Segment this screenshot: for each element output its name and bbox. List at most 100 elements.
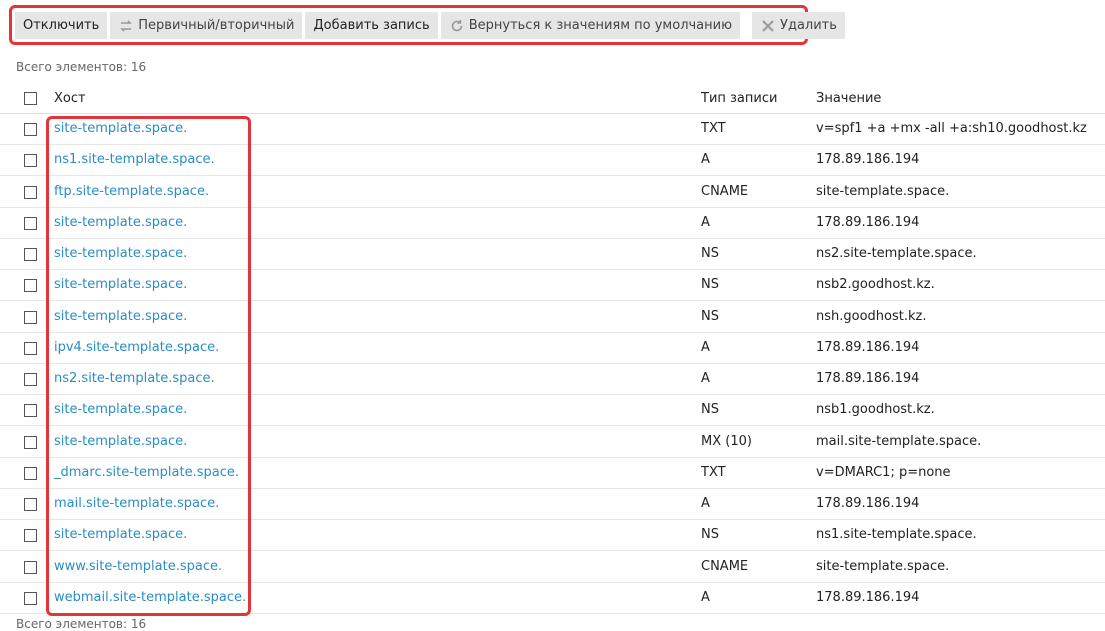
record-value: ns1.site-template.space. xyxy=(816,527,977,543)
table-row: site-template.space. NS ns2.site-template.… xyxy=(0,239,1105,270)
column-header-host: Хост xyxy=(54,91,86,106)
record-type: A xyxy=(701,152,710,168)
table-row: mail.site-template.space. A 178.89.186.194 xyxy=(0,489,1105,520)
record-value: 178.89.186.194 xyxy=(816,589,920,605)
delete-button[interactable]: Удалить xyxy=(752,12,845,39)
record-type: CNAME xyxy=(701,183,749,199)
primary-secondary-button[interactable]: Первичный/вторичный xyxy=(110,12,303,39)
row-checkbox[interactable] xyxy=(24,123,37,136)
row-checkbox[interactable] xyxy=(24,435,37,449)
delete-label: Удалить xyxy=(780,18,837,33)
record-value: nsb1.goodhost.kz. xyxy=(816,402,935,418)
host-link[interactable]: site-template.space. xyxy=(54,215,187,230)
record-value: nsb2.goodhost.kz. xyxy=(816,277,935,293)
host-link[interactable]: ftp.site-template.space. xyxy=(54,184,209,199)
table-header: Хост Тип записи Значение xyxy=(0,86,1105,114)
host-link[interactable]: site-template.space. xyxy=(54,121,187,136)
record-type: NS xyxy=(701,246,719,261)
host-link[interactable]: ns1.site-template.space. xyxy=(54,152,215,167)
row-checkbox[interactable] xyxy=(24,591,37,605)
row-checkbox[interactable] xyxy=(24,373,37,386)
table-row: ns1.site-template.space. A 178.89.186.194 xyxy=(0,145,1105,177)
host-link[interactable]: mail.site-template.space. xyxy=(54,496,219,511)
row-checkbox[interactable] xyxy=(24,185,37,199)
record-type: NS xyxy=(701,402,719,418)
record-type: NS xyxy=(701,308,719,324)
column-header-value: Значение xyxy=(816,91,882,106)
table-row: _dmarc.site-template.space. TXT v=DMARC1; … xyxy=(0,458,1105,489)
row-checkbox[interactable] xyxy=(24,404,37,418)
record-value: 178.89.186.194 xyxy=(816,152,920,168)
record-type: TXT xyxy=(701,464,726,480)
delete-x-icon xyxy=(760,18,776,34)
add-record-button[interactable]: Добавить запись xyxy=(305,12,438,39)
total-count-top: Всего элементов: 16 xyxy=(16,60,147,74)
table-row: site-template.space. NS ns1.site-template.… xyxy=(0,520,1105,552)
swap-arrows-icon xyxy=(118,18,134,34)
record-value: 178.89.186.194 xyxy=(816,339,920,355)
record-type: A xyxy=(701,371,710,386)
disable-button[interactable]: Отключить xyxy=(15,12,108,39)
record-type: A xyxy=(701,589,710,605)
row-checkbox[interactable] xyxy=(24,466,37,480)
row-checkbox[interactable] xyxy=(24,341,37,355)
row-checkbox[interactable] xyxy=(24,560,37,574)
host-link[interactable]: site-template.space. xyxy=(54,309,187,324)
record-value: 178.89.186.194 xyxy=(816,214,920,230)
table-row: www.site-template.space. CNAME site-templa… xyxy=(0,552,1105,583)
column-header-type: Тип записи xyxy=(701,91,778,106)
record-value: ns2.site-template.space. xyxy=(816,246,977,261)
table-row: site-template.space. NS nsh.goodhost.kz. xyxy=(0,302,1105,333)
table-row: ftp.site-template.space. CNAME site-templa… xyxy=(0,177,1105,208)
record-type: A xyxy=(701,339,710,355)
record-type: NS xyxy=(701,277,719,293)
table-row: ipv4.site-template.space. A 178.89.186.194 xyxy=(0,333,1105,364)
record-type: CNAME xyxy=(701,558,749,574)
record-type: A xyxy=(701,496,710,511)
primary-secondary-label: Первичный/вторичный xyxy=(138,18,295,33)
row-checkbox[interactable] xyxy=(24,216,37,230)
table-row: webmail.site-template.space. A 178.89.186.… xyxy=(0,583,1105,614)
record-value: nsh.goodhost.kz. xyxy=(816,308,927,324)
host-link[interactable]: site-template.space. xyxy=(54,527,187,542)
record-type: TXT xyxy=(701,121,726,136)
row-checkbox[interactable] xyxy=(24,310,37,324)
row-checkbox[interactable] xyxy=(24,154,37,168)
record-type: A xyxy=(701,214,710,230)
row-checkbox[interactable] xyxy=(24,248,37,261)
restore-defaults-label: Вернуться к значениям по умолчанию xyxy=(468,18,733,33)
host-link[interactable]: ns2.site-template.space. xyxy=(54,371,215,386)
record-value: site-template.space. xyxy=(816,183,950,199)
table-row: site-template.space. NS nsb2.goodhost.kz. xyxy=(0,270,1105,302)
host-link[interactable]: webmail.site-template.space. xyxy=(54,590,246,605)
record-value: 178.89.186.194 xyxy=(816,496,920,511)
table-row: ns2.site-template.space. A 178.89.186.194 xyxy=(0,364,1105,395)
host-link[interactable]: site-template.space. xyxy=(54,434,187,449)
restore-icon xyxy=(449,18,465,34)
host-link[interactable]: site-template.space. xyxy=(54,402,187,417)
table-row: site-template.space. TXT v=spf1 +a +mx -al… xyxy=(0,114,1105,145)
restore-defaults-button[interactable]: Вернуться к значениям по умолчанию xyxy=(440,12,741,39)
record-type: NS xyxy=(701,527,719,543)
host-link[interactable]: www.site-template.space. xyxy=(54,559,222,574)
row-checkbox[interactable] xyxy=(24,279,37,293)
record-value: site-template.space. xyxy=(816,558,950,574)
table-row: site-template.space. NS nsb1.goodhost.kz. xyxy=(0,395,1105,427)
disable-button-label: Отключить xyxy=(23,18,100,33)
row-checkbox[interactable] xyxy=(24,529,37,543)
table-row: site-template.space. MX (10) mail.site-tem… xyxy=(0,427,1105,458)
row-checkbox[interactable] xyxy=(24,498,37,511)
record-value: v=DMARC1; p=none xyxy=(816,464,951,480)
host-link[interactable]: site-template.space. xyxy=(54,246,187,261)
toolbar: Отключить Первичный/вторичный Добавить з… xyxy=(15,12,845,39)
record-value: 178.89.186.194 xyxy=(816,371,920,386)
total-count-bottom: Всего элементов: 16 xyxy=(16,617,147,631)
record-value: v=spf1 +a +mx -all +a:sh10.goodhost.kz xyxy=(816,121,1087,136)
select-all-checkbox[interactable] xyxy=(24,92,37,105)
add-record-label: Добавить запись xyxy=(313,18,430,33)
host-link[interactable]: site-template.space. xyxy=(54,277,187,292)
host-link[interactable]: ipv4.site-template.space. xyxy=(54,340,219,355)
host-link[interactable]: _dmarc.site-template.space. xyxy=(54,465,239,480)
record-type: MX (10) xyxy=(701,433,752,449)
table-row: site-template.space. A 178.89.186.194 xyxy=(0,208,1105,239)
